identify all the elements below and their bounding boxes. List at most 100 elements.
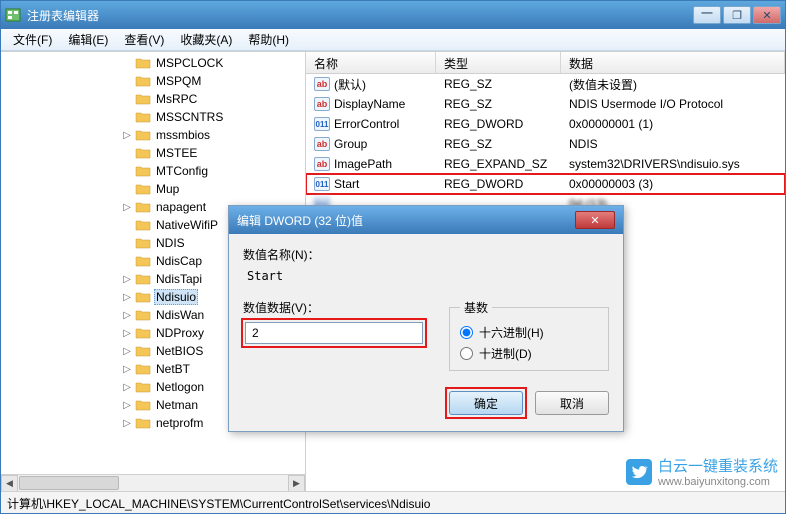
reg-dword-icon: 011 [314,117,330,131]
tree-item-label: MSPCLOCK [154,56,225,70]
row-name: ErrorControl [334,117,399,131]
expand-icon[interactable]: ▷ [121,364,133,375]
row-data: 0x00000003 (3) [561,177,785,191]
list-row[interactable]: 011StartREG_DWORD0x00000003 (3) [306,174,785,194]
tree-item-label: Ndisuio [154,289,198,305]
header-data[interactable]: 数据 [561,52,785,73]
expand-icon[interactable]: ▷ [121,328,133,339]
folder-icon [135,218,151,232]
expand-icon[interactable]: ▷ [121,130,133,141]
expand-icon[interactable]: ▷ [121,400,133,411]
menu-edit[interactable]: 编辑(E) [60,29,116,50]
tree-item-label: NativeWifiP [154,218,220,232]
expand-icon[interactable]: ▷ [121,418,133,429]
tree-item-mup[interactable]: Mup [1,180,305,198]
folder-icon [135,254,151,268]
folder-icon [135,110,151,124]
list-row[interactable]: ab(默认)REG_SZ(数值未设置) [306,74,785,94]
tree-item-label: NdisWan [154,308,206,322]
radix-label: 基数 [460,299,492,316]
list-row[interactable]: abDisplayNameREG_SZNDIS Usermode I/O Pro… [306,94,785,114]
value-name-display: Start [243,267,609,285]
row-data: system32\DRIVERS\ndisuio.sys [561,157,785,171]
folder-icon [135,236,151,250]
tree-item-mspclock[interactable]: MSPCLOCK [1,54,305,72]
folder-icon [135,326,151,340]
row-type: REG_DWORD [436,117,561,131]
tree-item-label: MSTEE [154,146,199,160]
tree-item-mssmbios[interactable]: ▷ mssmbios [1,126,305,144]
header-name[interactable]: 名称 [306,52,436,73]
tree-item-mspqm[interactable]: MSPQM [1,72,305,90]
dialog-close-button[interactable]: ✕ [575,211,615,229]
radix-dec-option[interactable]: 十进制(D) [460,345,598,362]
row-name: DisplayName [334,97,405,111]
scroll-thumb[interactable] [19,476,119,490]
tree-item-msscntrs[interactable]: MSSCNTRS [1,108,305,126]
menu-favorites[interactable]: 收藏夹(A) [172,29,240,50]
row-data: (数值未设置) [561,76,785,93]
scroll-right-button[interactable]: ▶ [288,475,305,491]
minimize-button[interactable] [693,6,721,24]
menu-help[interactable]: 帮助(H) [240,29,297,50]
tree-item-label: NDProxy [154,326,206,340]
tree-horizontal-scrollbar[interactable]: ◀ ▶ [1,474,305,491]
folder-icon [135,56,151,70]
status-path: 计算机\HKEY_LOCAL_MACHINE\SYSTEM\CurrentCon… [7,497,430,511]
tree-item-label: napagent [154,200,208,214]
row-type: REG_EXPAND_SZ [436,157,561,171]
list-row[interactable]: abImagePathREG_EXPAND_SZsystem32\DRIVERS… [306,154,785,174]
list-row[interactable]: abGroupREG_SZNDIS [306,134,785,154]
expand-icon[interactable]: ▷ [121,202,133,213]
expand-icon[interactable]: ▷ [121,274,133,285]
folder-icon [135,380,151,394]
dialog-title: 编辑 DWORD (32 位)值 [237,212,575,229]
folder-icon [135,146,151,160]
menubar: 文件(F) 编辑(E) 查看(V) 收藏夹(A) 帮助(H) [1,29,785,51]
list-row[interactable]: 011ErrorControlREG_DWORD0x00000001 (1) [306,114,785,134]
header-type[interactable]: 类型 [436,52,561,73]
close-button[interactable] [753,6,781,24]
folder-icon [135,362,151,376]
reg-string-icon: ab [314,77,330,91]
menu-view[interactable]: 查看(V) [116,29,172,50]
folder-icon [135,128,151,142]
radix-dec-radio[interactable] [460,347,473,360]
tree-item-mtconfig[interactable]: MTConfig [1,162,305,180]
ok-button[interactable]: 确定 [449,391,523,415]
edit-dword-dialog: 编辑 DWORD (32 位)值 ✕ 数值名称(N)： Start 数值数据(V… [228,205,624,432]
row-name: Group [334,137,367,151]
reg-string-icon: ab [314,97,330,111]
row-type: REG_SZ [436,137,561,151]
list-header: 名称 类型 数据 [306,52,785,74]
tree-item-msrpc[interactable]: MsRPC [1,90,305,108]
value-name-label: 数值名称(N)： [243,246,609,263]
row-type: REG_DWORD [436,177,561,191]
tree-item-mstee[interactable]: MSTEE [1,144,305,162]
expand-icon[interactable]: ▷ [121,292,133,303]
value-data-input[interactable] [245,322,423,344]
tree-item-label: MSSCNTRS [154,110,225,124]
maximize-button[interactable] [723,6,751,24]
menu-file[interactable]: 文件(F) [5,29,60,50]
tree-item-label: mssmbios [154,128,212,142]
folder-icon [135,182,151,196]
tree-item-label: Netlogon [154,380,206,394]
reg-dword-icon: 011 [314,177,330,191]
row-name: (默认) [334,76,366,93]
reg-string-icon: ab [314,137,330,151]
radix-hex-option[interactable]: 十六进制(H) [460,324,598,341]
dialog-titlebar[interactable]: 编辑 DWORD (32 位)值 ✕ [229,206,623,234]
titlebar[interactable]: 注册表编辑器 [1,1,785,29]
radix-hex-radio[interactable] [460,326,473,339]
tree-item-label: Netman [154,398,200,412]
expand-icon[interactable]: ▷ [121,382,133,393]
folder-icon [135,272,151,286]
expand-icon[interactable]: ▷ [121,310,133,321]
expand-icon[interactable]: ▷ [121,346,133,357]
folder-icon [135,200,151,214]
row-data: NDIS Usermode I/O Protocol [561,97,785,111]
folder-icon [135,290,151,304]
scroll-left-button[interactable]: ◀ [1,475,18,491]
cancel-button[interactable]: 取消 [535,391,609,415]
